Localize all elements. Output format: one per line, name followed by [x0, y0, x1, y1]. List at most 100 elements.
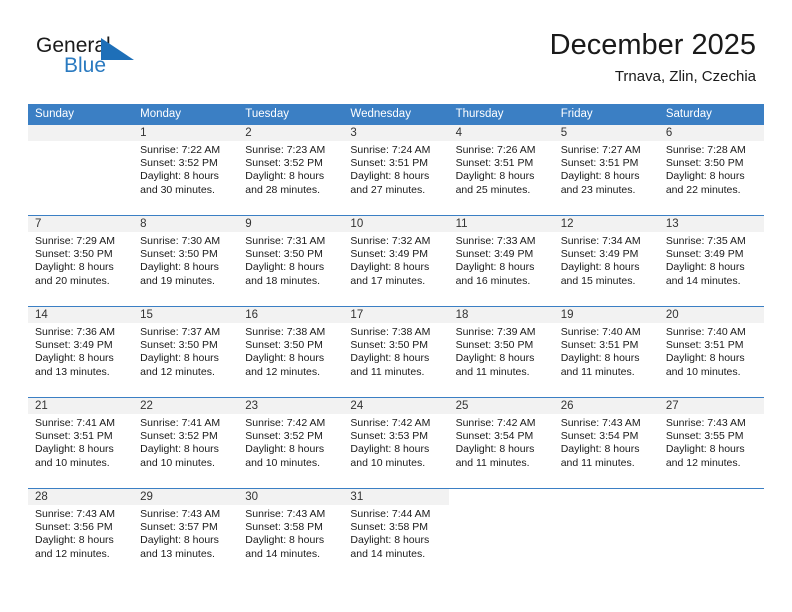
sunrise-text: Sunrise: 7:41 AM	[35, 417, 115, 429]
calendar-day-cell[interactable]: 21 Sunrise: 7:41 AM Sunset: 3:51 PM Dayligh…	[28, 397, 134, 489]
sunset-text: Sunset: 3:51 PM	[665, 339, 744, 352]
calendar-week-row: 7 Sunrise: 7:29 AM Sunset: 3:50 PM Daylight…	[28, 215, 764, 307]
day-number: 7	[28, 216, 134, 232]
sunrise-text: Sunrise: 7:27 AM	[560, 144, 641, 156]
calendar-day-cell[interactable]: 28 Sunrise: 7:43 AM Sunset: 3:56 PM Dayligh…	[28, 488, 134, 579]
sunset-text: Sunset: 3:58 PM	[350, 521, 429, 534]
calendar-day-cell[interactable]: 24 Sunrise: 7:42 AM Sunset: 3:53 PM Dayligh…	[343, 397, 449, 489]
day-details: Sunrise: 7:35 AM Sunset: 3:49 PM Daylight:…	[659, 232, 764, 288]
sunset-text: Sunset: 3:53 PM	[350, 430, 429, 443]
day-details: Sunrise: 7:29 AM Sunset: 3:50 PM Daylight:…	[28, 232, 133, 288]
sunset-text: Sunset: 3:50 PM	[35, 248, 113, 261]
calendar-day-cell[interactable]: 5 Sunrise: 7:27 AM Sunset: 3:51 PM Daylight…	[553, 125, 659, 216]
sunset-text: Sunset: 3:49 PM	[455, 248, 534, 261]
day-number: 27	[658, 398, 764, 414]
calendar-day-cell[interactable]: 25 Sunrise: 7:42 AM Sunset: 3:54 PM Dayligh…	[448, 397, 554, 489]
weekday-header-saturday: Saturday	[658, 104, 764, 125]
daylight-text-line2: and 19 minutes.	[140, 274, 215, 287]
day-details: Sunrise: 7:43 AM Sunset: 3:54 PM Daylight:…	[554, 414, 659, 470]
calendar-day-cell[interactable]: 7 Sunrise: 7:29 AM Sunset: 3:50 PM Daylight…	[28, 215, 134, 307]
calendar-week-row: 14 Sunrise: 7:36 AM Sunset: 3:49 PM Dayligh…	[28, 306, 764, 398]
sunrise-text: Sunrise: 7:43 AM	[560, 417, 641, 429]
day-details: Sunrise: 7:43 AM Sunset: 3:56 PM Daylight:…	[28, 505, 133, 561]
calendar-day-cell[interactable]: 15 Sunrise: 7:37 AM Sunset: 3:50 PM Dayligh…	[133, 306, 239, 398]
day-details: Sunrise: 7:34 AM Sunset: 3:49 PM Daylight:…	[554, 232, 659, 288]
calendar-day-cell[interactable]: 4 Sunrise: 7:26 AM Sunset: 3:51 PM Daylight…	[448, 125, 554, 216]
day-number: 12	[553, 216, 659, 232]
daylight-text-line2: and 12 minutes.	[35, 547, 110, 560]
sunrise-text: Sunrise: 7:35 AM	[665, 235, 746, 247]
calendar-day-cell[interactable]: 6 Sunrise: 7:28 AM Sunset: 3:50 PM Daylight…	[658, 125, 764, 216]
calendar-day-cell[interactable]: 23 Sunrise: 7:42 AM Sunset: 3:52 PM Dayligh…	[238, 397, 344, 489]
calendar-day-cell[interactable]: 17 Sunrise: 7:38 AM Sunset: 3:50 PM Dayligh…	[343, 306, 449, 398]
sunset-text: Sunset: 3:49 PM	[35, 339, 113, 352]
day-number: 3	[343, 125, 449, 141]
sunset-text: Sunset: 3:50 PM	[140, 248, 218, 261]
calendar-day-cell[interactable]: 26 Sunrise: 7:43 AM Sunset: 3:54 PM Dayligh…	[553, 397, 659, 489]
calendar-day-cell[interactable]: 2 Sunrise: 7:23 AM Sunset: 3:52 PM Daylight…	[238, 125, 344, 216]
sunrise-text: Sunrise: 7:42 AM	[350, 417, 431, 429]
day-details: Sunrise: 7:40 AM Sunset: 3:51 PM Daylight:…	[659, 323, 764, 379]
sunrise-text: Sunrise: 7:43 AM	[665, 417, 746, 429]
sunrise-text: Sunrise: 7:42 AM	[245, 417, 326, 429]
calendar-day-cell[interactable]: 9 Sunrise: 7:31 AM Sunset: 3:50 PM Daylight…	[238, 215, 344, 307]
sunset-text: Sunset: 3:54 PM	[560, 430, 639, 443]
sunset-text: Sunset: 3:50 PM	[455, 339, 534, 352]
calendar-day-cell[interactable]: 13 Sunrise: 7:35 AM Sunset: 3:49 PM Dayligh…	[658, 215, 764, 307]
calendar-day-cell[interactable]: 31 Sunrise: 7:44 AM Sunset: 3:58 PM Dayligh…	[343, 488, 449, 579]
daylight-text-line2: and 27 minutes.	[350, 183, 426, 196]
calendar-day-cell[interactable]: 10 Sunrise: 7:32 AM Sunset: 3:49 PM Dayligh…	[343, 215, 449, 307]
page-subtitle: Trnava, Zlin, Czechia	[614, 68, 756, 85]
day-details: Sunrise: 7:22 AM Sunset: 3:52 PM Daylight:…	[133, 141, 238, 197]
calendar-day-cell[interactable]: 19 Sunrise: 7:40 AM Sunset: 3:51 PM Dayligh…	[553, 306, 659, 398]
weekday-header-monday: Monday	[133, 104, 239, 125]
calendar-day-cell[interactable]: 3 Sunrise: 7:24 AM Sunset: 3:51 PM Daylight…	[343, 125, 449, 216]
calendar-day-cell[interactable]: 18 Sunrise: 7:39 AM Sunset: 3:50 PM Dayligh…	[448, 306, 554, 398]
daylight-text-line2: and 11 minutes.	[350, 365, 425, 378]
calendar-header-row: Sunday Monday Tuesday Wednesday Thursday…	[28, 104, 764, 125]
daylight-text-line1: Daylight: 8 hours	[245, 352, 325, 365]
day-details: Sunrise: 7:43 AM Sunset: 3:55 PM Daylight:…	[659, 414, 764, 470]
day-number: 16	[238, 307, 344, 323]
day-details: Sunrise: 7:33 AM Sunset: 3:49 PM Daylight:…	[449, 232, 554, 288]
daylight-text-line2: and 10 minutes.	[35, 456, 110, 469]
calendar-day-cell[interactable]: 16 Sunrise: 7:38 AM Sunset: 3:50 PM Dayligh…	[238, 306, 344, 398]
sunrise-text: Sunrise: 7:40 AM	[665, 326, 746, 338]
calendar-empty-cell	[658, 488, 764, 579]
sunset-text: Sunset: 3:50 PM	[140, 339, 218, 352]
sunset-text: Sunset: 3:50 PM	[245, 339, 323, 352]
calendar-day-cell[interactable]: 22 Sunrise: 7:41 AM Sunset: 3:52 PM Dayligh…	[133, 397, 239, 489]
calendar-day-cell[interactable]: 20 Sunrise: 7:40 AM Sunset: 3:51 PM Dayligh…	[658, 306, 764, 398]
sunset-text: Sunset: 3:51 PM	[560, 157, 639, 170]
daylight-text-line2: and 10 minutes.	[140, 456, 215, 469]
weekday-header-friday: Friday	[553, 104, 659, 125]
calendar-day-cell[interactable]: 29 Sunrise: 7:43 AM Sunset: 3:57 PM Dayligh…	[133, 488, 239, 579]
calendar-day-cell[interactable]: 11 Sunrise: 7:33 AM Sunset: 3:49 PM Dayligh…	[448, 215, 554, 307]
day-number: 26	[553, 398, 659, 414]
day-details: Sunrise: 7:36 AM Sunset: 3:49 PM Daylight:…	[28, 323, 133, 379]
calendar-day-cell[interactable]: 30 Sunrise: 7:43 AM Sunset: 3:58 PM Dayligh…	[238, 488, 344, 579]
day-number: 11	[448, 216, 554, 232]
day-details: Sunrise: 7:28 AM Sunset: 3:50 PM Daylight:…	[659, 141, 764, 197]
brand-name-blue: Blue	[64, 54, 107, 77]
weekday-header-wednesday: Wednesday	[343, 104, 449, 125]
sunrise-text: Sunrise: 7:43 AM	[140, 508, 221, 520]
sunset-text: Sunset: 3:52 PM	[245, 157, 323, 170]
day-number: 23	[238, 398, 344, 414]
calendar-day-cell[interactable]: 14 Sunrise: 7:36 AM Sunset: 3:49 PM Dayligh…	[28, 306, 134, 398]
day-number: 25	[448, 398, 554, 414]
daylight-text-line1: Daylight: 8 hours	[455, 443, 535, 456]
brand-logo[interactable]: General Blue	[36, 34, 226, 88]
day-number: 15	[133, 307, 239, 323]
calendar-empty-cell	[553, 488, 659, 579]
calendar-day-cell[interactable]: 12 Sunrise: 7:34 AM Sunset: 3:49 PM Dayligh…	[553, 215, 659, 307]
calendar-day-cell[interactable]: 8 Sunrise: 7:30 AM Sunset: 3:50 PM Daylight…	[133, 215, 239, 307]
daylight-text-line1: Daylight: 8 hours	[350, 261, 430, 274]
daylight-text-line1: Daylight: 8 hours	[350, 534, 430, 547]
daylight-text-line1: Daylight: 8 hours	[245, 261, 325, 274]
sunrise-text: Sunrise: 7:29 AM	[35, 235, 115, 247]
daylight-text-line1: Daylight: 8 hours	[665, 170, 745, 183]
calendar-day-cell[interactable]: 1 Sunrise: 7:22 AM Sunset: 3:52 PM Daylight…	[133, 125, 239, 216]
calendar-day-cell[interactable]: 27 Sunrise: 7:43 AM Sunset: 3:55 PM Dayligh…	[658, 397, 764, 489]
daylight-text-line2: and 10 minutes.	[245, 456, 320, 469]
